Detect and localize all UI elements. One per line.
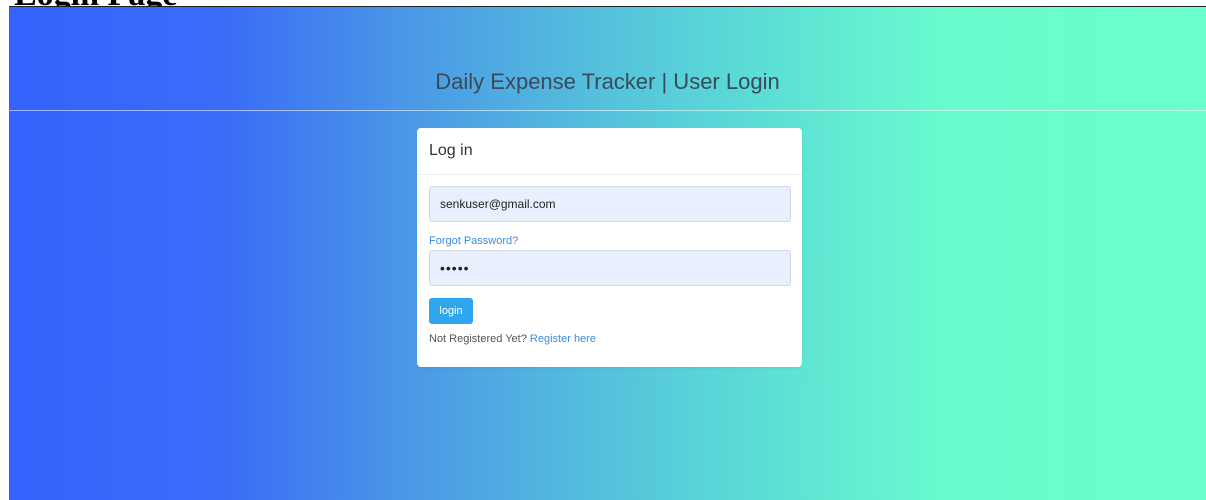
login-form: senkuser@gmail.com Forgot Password? ••••… [417,175,802,345]
email-field[interactable]: senkuser@gmail.com [429,186,791,222]
login-panel: Log in senkuser@gmail.com Forgot Passwor… [417,128,802,367]
panel-heading: Log in [417,128,802,175]
app-frame: Daily Expense Tracker | User Login Log i… [9,6,1206,500]
register-prompt: Not Registered Yet? [429,333,527,345]
forgot-password-link[interactable]: Forgot Password? [429,235,791,247]
login-button[interactable]: login [429,298,473,324]
email-value: senkuser@gmail.com [440,197,556,211]
password-value: ••••• [440,260,470,276]
app-header: Daily Expense Tracker | User Login [9,7,1206,111]
register-line: Not Registered Yet? Register here [429,333,791,345]
app-title: Daily Expense Tracker | User Login [435,69,780,94]
register-link[interactable]: Register here [530,333,596,345]
panel-title: Log in [429,142,473,159]
password-field[interactable]: ••••• [429,250,791,286]
